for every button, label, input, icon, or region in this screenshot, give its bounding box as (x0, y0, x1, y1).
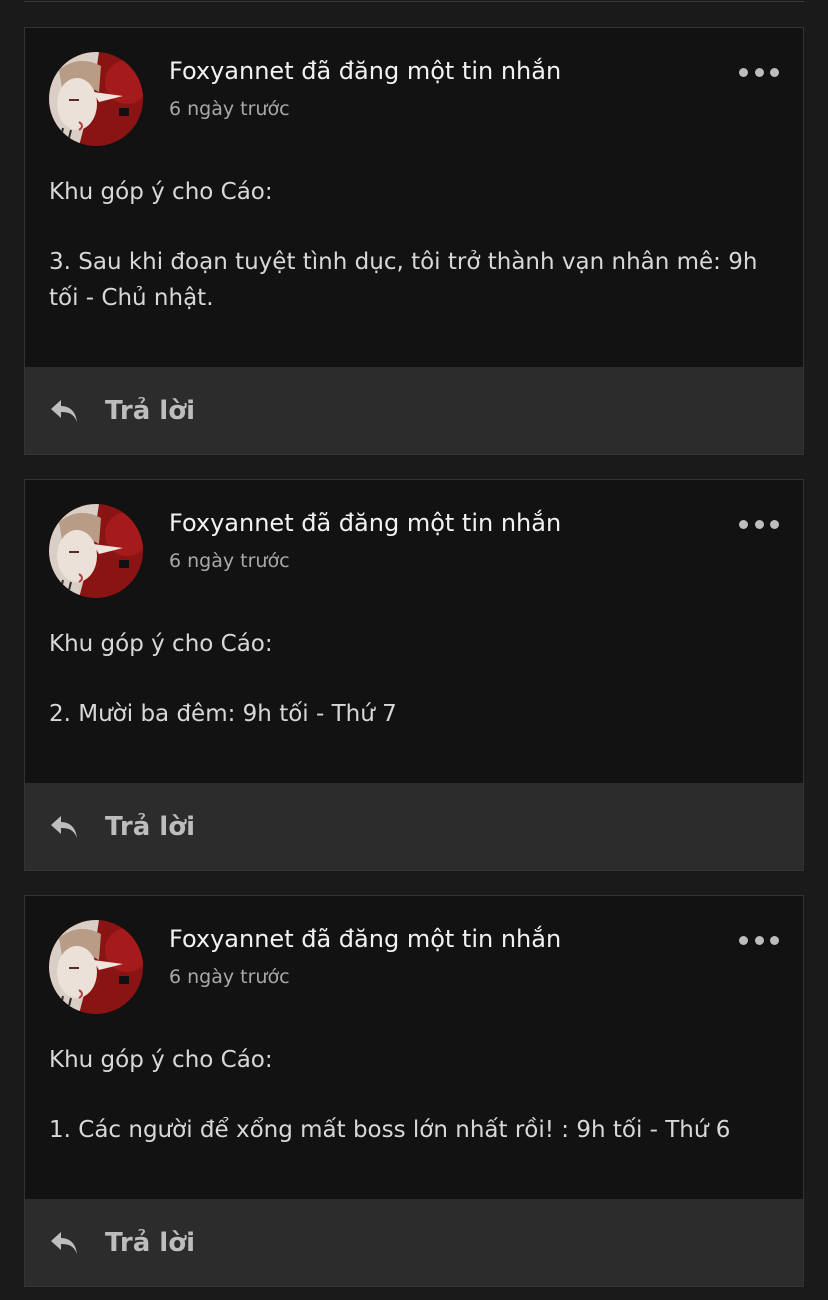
post-timestamp: 6 ngày trước (169, 98, 290, 120)
more-dot (770, 935, 779, 945)
more-options-button[interactable] (739, 926, 779, 954)
post-timestamp: 6 ngày trước (169, 550, 290, 572)
more-options-button[interactable] (739, 510, 779, 538)
reply-button[interactable]: Trả lời (25, 783, 803, 870)
post-content: Khu góp ý cho Cáo: 2. Mười ba đêm: 9h tố… (49, 626, 763, 732)
more-dot (770, 519, 779, 529)
reply-arrow-icon (51, 1231, 77, 1254)
post-title: Foxyannet đã đăng một tin nhắn (169, 57, 562, 85)
post-content: Khu góp ý cho Cáo: 1. Các người để xổng … (49, 1042, 763, 1148)
message-feed: Foxyannet đã đăng một tin nhắn 6 ngày tr… (0, 0, 828, 1300)
post-content-heading: Khu góp ý cho Cáo: (49, 179, 273, 205)
message-card: Foxyannet đã đăng một tin nhắn 6 ngày tr… (24, 895, 804, 1287)
reply-label: Trả lời (105, 1227, 195, 1258)
more-dot (754, 67, 764, 77)
more-dot (754, 935, 764, 945)
avatar[interactable] (49, 52, 143, 146)
message-card: Foxyannet đã đăng một tin nhắn 6 ngày tr… (24, 27, 804, 455)
more-dot (770, 67, 779, 77)
post-title: Foxyannet đã đăng một tin nhắn (169, 925, 562, 953)
more-dot (754, 519, 764, 529)
message-card: Foxyannet đã đăng một tin nhắn 6 ngày tr… (24, 479, 804, 871)
avatar[interactable] (49, 504, 143, 598)
avatar[interactable] (49, 920, 143, 1014)
reply-label: Trả lời (105, 811, 195, 842)
reply-arrow-icon (51, 815, 77, 838)
reply-arrow-icon (51, 399, 77, 422)
post-title: Foxyannet đã đăng một tin nhắn (169, 509, 562, 537)
post-content-heading: Khu góp ý cho Cáo: (49, 1047, 273, 1073)
post-timestamp: 6 ngày trước (169, 966, 290, 988)
post-content-heading: Khu góp ý cho Cáo: (49, 631, 273, 657)
more-dot (739, 67, 748, 77)
reply-button[interactable]: Trả lời (25, 1199, 803, 1286)
post-content-body: 3. Sau khi đoạn tuyệt tình dục, tôi trở … (49, 249, 758, 311)
post-content-body: 1. Các người để xổng mất boss lớn nhất r… (49, 1117, 731, 1143)
previous-card-edge (24, 0, 804, 2)
post-content: Khu góp ý cho Cáo: 3. Sau khi đoạn tuyệt… (49, 174, 763, 316)
more-dot (739, 935, 748, 945)
post-content-body: 2. Mười ba đêm: 9h tối - Thứ 7 (49, 701, 397, 727)
reply-label: Trả lời (105, 395, 195, 426)
more-options-button[interactable] (739, 58, 779, 86)
more-dot (739, 519, 748, 529)
reply-button[interactable]: Trả lời (25, 367, 803, 454)
